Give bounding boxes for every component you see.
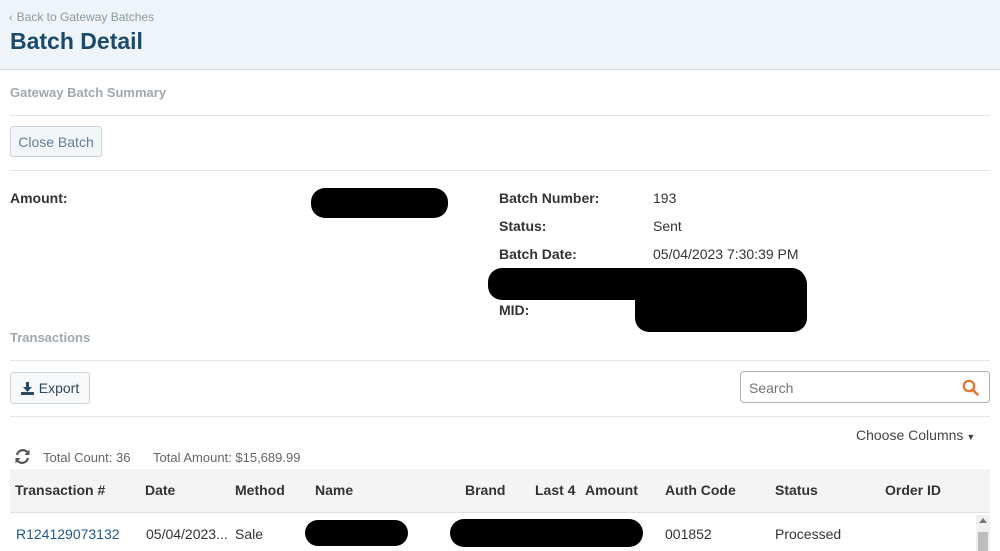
column-header-date[interactable]: Date [145, 482, 175, 498]
total-count: Total Count: 36 [43, 450, 131, 465]
choose-columns-label: Choose Columns [856, 427, 964, 443]
cell-status: Processed [775, 526, 842, 542]
batch-number-label: Batch Number: [499, 190, 600, 206]
redacted-amount [311, 188, 448, 218]
divider [10, 115, 990, 116]
column-header-order-id[interactable]: Order ID [885, 482, 941, 498]
cell-auth-code: 001852 [665, 526, 712, 542]
column-header-last4[interactable]: Last 4 [535, 482, 575, 498]
column-header-amount[interactable]: Amount [585, 482, 638, 498]
batch-date-label: Batch Date: [499, 246, 577, 262]
search-input[interactable] [749, 378, 949, 398]
back-link-label: Back to Gateway Batches [16, 10, 155, 24]
search-icon[interactable] [962, 379, 979, 401]
cell-method: Sale [235, 526, 264, 542]
column-header-method[interactable]: Method [235, 482, 285, 498]
redacted-card-details [450, 519, 643, 547]
column-header-name[interactable]: Name [315, 482, 353, 498]
table-header: Transaction # Date Method Name Brand Las… [10, 469, 990, 513]
transaction-number-link[interactable]: R124129073132 [16, 526, 120, 542]
export-label: Export [38, 380, 80, 396]
search-box [740, 371, 990, 403]
total-amount: Total Amount: $15,689.99 [153, 450, 301, 465]
redacted-name [305, 520, 408, 546]
scroll-thumb[interactable] [978, 532, 988, 551]
divider [10, 416, 990, 417]
refresh-icon[interactable] [14, 448, 31, 470]
status-value: Sent [653, 218, 682, 234]
export-button[interactable]: Export [10, 372, 90, 404]
summary-section-title: Gateway Batch Summary [10, 85, 167, 100]
mid-label: MID: [499, 302, 530, 318]
choose-columns-dropdown[interactable]: Choose Columns ▼ [856, 427, 975, 443]
page-header: ‹ Back to Gateway Batches Batch Detail [0, 0, 1000, 70]
table-scrollbar[interactable] [976, 515, 990, 551]
transactions-section-title: Transactions [10, 330, 91, 345]
divider [10, 360, 990, 361]
column-header-auth-code[interactable]: Auth Code [665, 482, 736, 498]
batch-number-value: 193 [653, 190, 677, 206]
redacted-mid [635, 270, 807, 332]
status-label: Status: [499, 218, 547, 234]
chevron-left-icon: ‹ [9, 12, 13, 24]
download-icon [20, 381, 34, 395]
amount-label: Amount: [10, 190, 68, 206]
close-batch-button[interactable]: Close Batch [10, 126, 102, 157]
column-header-brand[interactable]: Brand [465, 482, 505, 498]
page-title: Batch Detail [10, 28, 143, 54]
divider [10, 170, 990, 171]
column-header-status[interactable]: Status [775, 482, 818, 498]
column-header-transaction[interactable]: Transaction # [15, 482, 105, 498]
cell-date: 05/04/2023... [146, 526, 228, 542]
scroll-up-arrow-icon[interactable] [979, 518, 987, 523]
batch-date-value: 05/04/2023 7:30:39 PM [653, 246, 799, 262]
back-to-batches-link[interactable]: ‹ Back to Gateway Batches [9, 10, 154, 24]
caret-down-icon: ▼ [966, 432, 976, 442]
